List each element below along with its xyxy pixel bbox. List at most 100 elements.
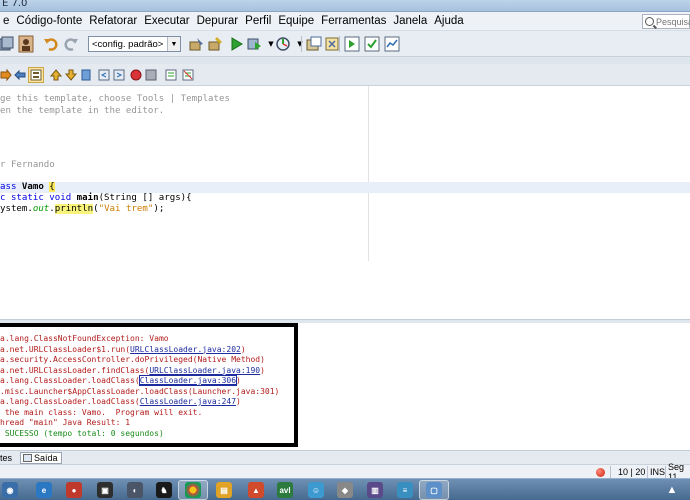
tab-label: tes bbox=[0, 453, 13, 463]
app-icon[interactable]: ≡ bbox=[397, 482, 413, 498]
stop-macro-icon[interactable] bbox=[143, 67, 159, 83]
menu-items: e Código-fonte Refatorar Executar Depurar Per… bbox=[0, 15, 468, 27]
undo-icon[interactable] bbox=[41, 34, 61, 54]
status-separator bbox=[665, 466, 666, 478]
start-icon[interactable]: ◉ bbox=[2, 482, 18, 498]
menu-item-9[interactable]: Ajuda bbox=[431, 15, 467, 27]
close-paren: ); bbox=[153, 204, 165, 214]
menu-item-2[interactable]: Refatorar bbox=[86, 15, 141, 27]
main-params: (String [] args){ bbox=[98, 193, 192, 203]
comment-icon[interactable] bbox=[163, 67, 179, 83]
tab-output[interactable]: Saída bbox=[20, 452, 62, 464]
error-icon[interactable] bbox=[596, 466, 605, 478]
toggle-bookmark-icon[interactable] bbox=[78, 67, 94, 83]
menu-item-5[interactable]: Perfil bbox=[242, 15, 275, 27]
shift-left-icon[interactable] bbox=[96, 67, 112, 83]
menu-bar: e Código-fonte Refatorar Executar Depurar Per… bbox=[0, 12, 690, 31]
ie-icon[interactable]: e bbox=[36, 482, 52, 498]
cursor-position: 10 | 20 bbox=[618, 467, 646, 477]
status-separator bbox=[647, 466, 648, 478]
app-icon[interactable]: ▲ bbox=[248, 482, 264, 498]
menu-item-1[interactable]: Código-fonte bbox=[13, 15, 86, 27]
search-box[interactable] bbox=[642, 14, 690, 29]
search-input[interactable] bbox=[656, 16, 690, 27]
toggle-highlight-icon[interactable] bbox=[28, 67, 44, 83]
config-select[interactable]: <config. padrão> ▼ bbox=[88, 36, 181, 52]
editor-toolbar bbox=[0, 64, 690, 86]
app-icon[interactable]: ▥ bbox=[367, 482, 383, 498]
chart-icon[interactable] bbox=[382, 34, 402, 54]
main-name: main bbox=[76, 193, 99, 203]
apply-code-icon[interactable] bbox=[304, 34, 324, 54]
chrome-icon[interactable] bbox=[185, 482, 201, 498]
tray-arrow-icon[interactable]: ▲ bbox=[664, 482, 680, 498]
output-panel[interactable]: a.lang.ClassNotFoundException: Vamo a.ne… bbox=[0, 323, 690, 450]
tab-label: Saída bbox=[34, 453, 58, 463]
uncomment-icon[interactable] bbox=[180, 67, 196, 83]
redo-icon[interactable] bbox=[61, 34, 81, 54]
system-ref: ystem. bbox=[0, 204, 33, 214]
class-keyword: ass bbox=[0, 182, 22, 192]
start-macro-icon[interactable] bbox=[128, 67, 144, 83]
forward-icon[interactable] bbox=[12, 67, 28, 83]
code-line-main: c static void main(String [] args){ bbox=[0, 193, 192, 204]
toolbar-separator bbox=[301, 36, 302, 52]
code-line-class: ass Vamo { bbox=[0, 182, 55, 193]
menu-item-0[interactable]: e bbox=[0, 15, 13, 27]
menu-item-4[interactable]: Depurar bbox=[194, 15, 243, 27]
app-icon[interactable]: ☺ bbox=[308, 482, 324, 498]
build-icon[interactable] bbox=[186, 34, 206, 54]
output-highlight-frame bbox=[0, 323, 298, 447]
user-icon[interactable] bbox=[16, 34, 36, 54]
folder-icon[interactable]: ▤ bbox=[216, 482, 232, 498]
config-select-value: <config. padrão> bbox=[92, 38, 164, 50]
class-name: Vamo bbox=[21, 182, 50, 192]
menu-item-8[interactable]: Janela bbox=[390, 15, 431, 27]
app-icon[interactable]: ▣ bbox=[97, 482, 113, 498]
menu-item-3[interactable]: Executar bbox=[141, 15, 193, 27]
app-icon[interactable]: ◐ bbox=[127, 482, 143, 498]
prev-bookmark-icon[interactable] bbox=[48, 67, 64, 83]
window-title: E 7.0 bbox=[2, 0, 28, 9]
steam-icon[interactable]: ♞ bbox=[156, 482, 172, 498]
shift-right-icon[interactable] bbox=[111, 67, 127, 83]
output-icon bbox=[23, 454, 32, 462]
toolbar-gap bbox=[0, 57, 690, 64]
run-icon[interactable] bbox=[226, 34, 246, 54]
run-file-icon[interactable] bbox=[342, 34, 362, 54]
status-bar: 10 | 20 INS Seg 11 bbox=[0, 462, 690, 482]
app-icon[interactable]: ● bbox=[66, 482, 82, 498]
taskbar: ◉ e ● ▣ ◐ ♞ ▤ ▲ avl ☺ ◆ ▥ ≡ ▢ ▲ bbox=[0, 478, 690, 500]
code-line-author: r Fernando bbox=[0, 160, 55, 170]
app-icon[interactable]: avl bbox=[277, 482, 293, 498]
println-method: println bbox=[54, 204, 94, 214]
status-separator bbox=[610, 466, 611, 478]
netbeans-icon[interactable]: ▢ bbox=[426, 482, 442, 498]
app-icon[interactable]: ◆ bbox=[337, 482, 353, 498]
test-file-icon[interactable] bbox=[362, 34, 382, 54]
dot: . bbox=[49, 204, 55, 214]
code-line-2: en the template in the editor. bbox=[0, 106, 165, 116]
code-line-1: ge this template, choose Tools | Templat… bbox=[0, 94, 230, 104]
string-literal: "Vai trem" bbox=[98, 204, 154, 214]
clock-status: Seg 11 bbox=[668, 462, 685, 482]
insert-mode: INS bbox=[650, 467, 666, 477]
menu-item-7[interactable]: Ferramentas bbox=[318, 15, 390, 27]
code-line-println: ystem.out.println("Vai trem"); bbox=[0, 204, 164, 215]
clean-build-icon[interactable] bbox=[205, 34, 225, 54]
main-modifiers: c static void bbox=[0, 193, 77, 203]
out-field: out bbox=[32, 204, 50, 214]
current-line-highlight bbox=[0, 182, 690, 193]
open-brace: { bbox=[49, 182, 55, 192]
chevron-down-icon[interactable]: ▼ bbox=[167, 37, 180, 51]
tab-variables[interactable]: tes bbox=[0, 452, 12, 464]
code-editor[interactable]: ge this template, choose Tools | Templat… bbox=[0, 86, 690, 319]
main-toolbar: <config. padrão> ▼ ▼ ▼ bbox=[0, 31, 690, 57]
right-margin-guide bbox=[368, 86, 369, 261]
search-icon bbox=[645, 17, 654, 26]
menu-item-6[interactable]: Equipe bbox=[275, 15, 318, 27]
next-bookmark-icon[interactable] bbox=[63, 67, 79, 83]
bottom-tab-bar: tes Saída bbox=[0, 450, 690, 464]
save-all-icon[interactable] bbox=[0, 34, 16, 54]
title-bar: E 7.0 bbox=[0, 0, 690, 12]
